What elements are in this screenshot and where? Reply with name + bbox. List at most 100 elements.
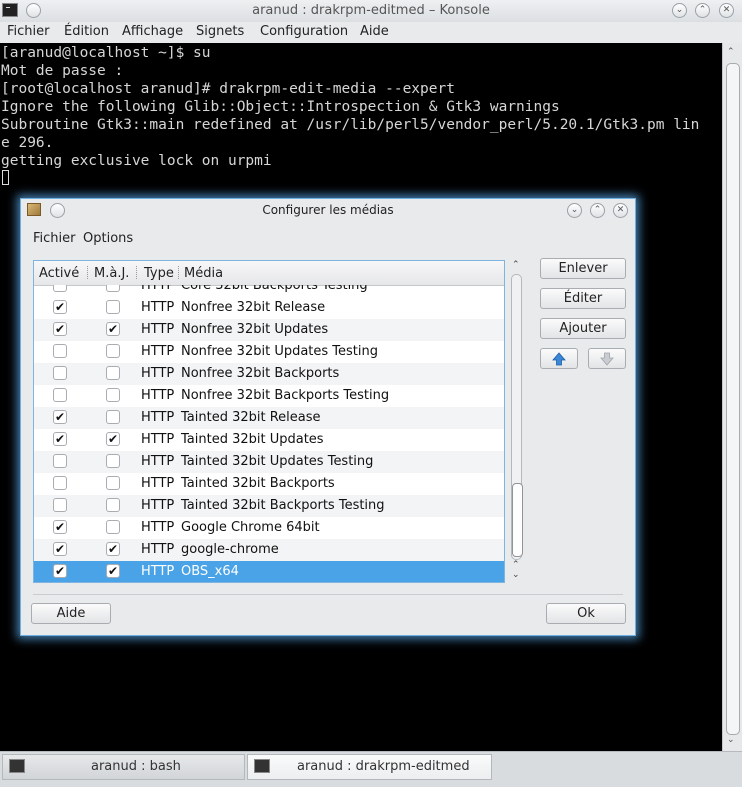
maximize-icon[interactable]: ⌃: [695, 3, 710, 18]
dialog-close-icon[interactable]: ✕: [613, 203, 628, 218]
list-scrollbar[interactable]: ⌃ ⌃ ⌄: [509, 260, 525, 583]
dialog-maximize-icon[interactable]: ⌃: [590, 203, 605, 218]
list-scroll-track[interactable]: [511, 274, 523, 560]
move-up-button[interactable]: [540, 348, 578, 369]
add-button[interactable]: Ajouter: [540, 318, 626, 339]
row-media: Nonfree 32bit Updates Testing: [181, 344, 379, 359]
table-row[interactable]: HTTP Tainted 32bit Backports: [34, 473, 504, 495]
minimize-icon[interactable]: ⌄: [672, 3, 687, 18]
row-type: HTTP: [141, 476, 175, 491]
active-checkbox[interactable]: [53, 476, 67, 490]
terminal-icon: [254, 759, 270, 773]
list-scroll-down-icon-2[interactable]: ⌄: [512, 570, 520, 580]
ok-button[interactable]: Ok: [546, 603, 626, 624]
active-checkbox[interactable]: [53, 285, 67, 292]
move-down-button[interactable]: [588, 348, 626, 369]
row-type: HTTP: [141, 498, 175, 513]
update-checkbox[interactable]: ✔: [106, 322, 120, 336]
table-row[interactable]: HTTP Tainted 32bit Updates Testing: [34, 451, 504, 473]
menu-affichage[interactable]: Affichage: [122, 24, 183, 39]
table-row[interactable]: HTTP Core 32bit Backports Testing: [34, 285, 504, 297]
column-update[interactable]: M.à.J.: [94, 266, 129, 281]
table-row[interactable]: ✔ HTTP Nonfree 32bit Release: [34, 297, 504, 319]
update-checkbox[interactable]: ✔: [106, 432, 120, 446]
row-media: Nonfree 32bit Release: [181, 300, 326, 315]
konsole-menubar: Fichier Édition Affichage Signets Config…: [0, 22, 742, 44]
help-button[interactable]: Aide: [31, 603, 111, 624]
dialog-minimize-icon[interactable]: ⌄: [567, 203, 582, 218]
remove-button[interactable]: Enlever: [540, 258, 626, 279]
update-checkbox[interactable]: [106, 285, 120, 292]
row-media: OBS_x64: [181, 564, 239, 579]
scroll-up-icon[interactable]: ⌃: [727, 47, 735, 57]
task-bash[interactable]: aranud : bash: [2, 754, 245, 780]
active-checkbox[interactable]: ✔: [53, 564, 67, 578]
update-checkbox[interactable]: [106, 300, 120, 314]
table-row[interactable]: HTTP Nonfree 32bit Backports Testing: [34, 385, 504, 407]
active-checkbox[interactable]: ✔: [53, 300, 67, 314]
menu-configuration[interactable]: Configuration: [260, 24, 348, 39]
dialog-menu-options[interactable]: Options: [83, 231, 133, 246]
table-row[interactable]: ✔ ✔ HTTP Nonfree 32bit Updates: [34, 319, 504, 341]
update-checkbox[interactable]: ✔: [106, 542, 120, 556]
menu-aide[interactable]: Aide: [360, 24, 389, 39]
update-checkbox[interactable]: [106, 410, 120, 424]
update-checkbox[interactable]: ✔: [106, 564, 120, 578]
terminal-scrollbar[interactable]: ⌃ ⌄: [722, 43, 742, 751]
update-checkbox[interactable]: [106, 366, 120, 380]
list-scroll-down-icon[interactable]: ⌃: [512, 560, 520, 570]
scroll-down-icon[interactable]: ⌄: [727, 735, 735, 745]
update-checkbox[interactable]: [106, 388, 120, 402]
update-checkbox[interactable]: [106, 454, 120, 468]
row-media: Tainted 32bit Backports: [181, 476, 335, 491]
row-media: Nonfree 32bit Backports Testing: [181, 388, 390, 403]
row-type: HTTP: [141, 285, 175, 293]
active-checkbox[interactable]: [53, 454, 67, 468]
update-checkbox[interactable]: [106, 476, 120, 490]
active-checkbox[interactable]: ✔: [53, 520, 67, 534]
update-checkbox[interactable]: [106, 344, 120, 358]
active-checkbox[interactable]: [53, 344, 67, 358]
active-checkbox[interactable]: ✔: [53, 542, 67, 556]
update-checkbox[interactable]: [106, 520, 120, 534]
table-row[interactable]: ✔ ✔ HTTP google-chrome: [34, 539, 504, 561]
active-checkbox[interactable]: [53, 366, 67, 380]
table-row[interactable]: ✔ ✔ HTTP OBS_x64: [34, 561, 504, 582]
dialog-titlebar: Configurer les médias ⌄ ⌃ ✕: [21, 199, 635, 221]
terminal-scroll-thumb[interactable]: [726, 63, 740, 735]
task-drakrpm[interactable]: aranud : drakrpm-editmed: [247, 754, 492, 780]
list-scroll-up-icon[interactable]: ⌃: [512, 260, 520, 270]
active-checkbox[interactable]: [53, 388, 67, 402]
column-media[interactable]: Média: [184, 266, 223, 281]
active-checkbox[interactable]: ✔: [53, 410, 67, 424]
table-row[interactable]: ✔ HTTP Tainted 32bit Release: [34, 407, 504, 429]
dialog-menu-fichier[interactable]: Fichier: [33, 231, 76, 246]
terminal-line: getting exclusive lock on urpmi: [1, 153, 272, 169]
row-type: HTTP: [141, 410, 175, 425]
row-type: HTTP: [141, 520, 175, 535]
edit-button[interactable]: Éditer: [540, 288, 626, 309]
table-row[interactable]: HTTP Nonfree 32bit Backports: [34, 363, 504, 385]
menu-fichier[interactable]: Fichier: [7, 24, 50, 39]
active-checkbox[interactable]: ✔: [53, 432, 67, 446]
row-type: HTTP: [141, 564, 175, 579]
terminal-cursor: [2, 170, 9, 185]
list-scroll-thumb[interactable]: [512, 483, 523, 557]
update-checkbox[interactable]: [106, 498, 120, 512]
active-checkbox[interactable]: [53, 498, 67, 512]
media-list[interactable]: Activé M.à.J. Type Média HTTP Core 32bit …: [33, 260, 505, 583]
window-title: aranud : drakrpm-editmed – Konsole: [252, 3, 490, 18]
table-row[interactable]: HTTP Nonfree 32bit Updates Testing: [34, 341, 504, 363]
active-checkbox[interactable]: ✔: [53, 322, 67, 336]
menu-edition[interactable]: Édition: [64, 24, 109, 39]
column-type[interactable]: Type: [144, 266, 174, 281]
row-type: HTTP: [141, 300, 175, 315]
column-active[interactable]: Activé: [39, 266, 79, 281]
close-icon[interactable]: ✕: [719, 3, 734, 18]
table-row[interactable]: HTTP Tainted 32bit Backports Testing: [34, 495, 504, 517]
row-type: HTTP: [141, 388, 175, 403]
table-row[interactable]: ✔ HTTP Google Chrome 64bit: [34, 517, 504, 539]
table-row[interactable]: ✔ ✔ HTTP Tainted 32bit Updates: [34, 429, 504, 451]
menu-signets[interactable]: Signets: [196, 24, 244, 39]
dialog-title: Configurer les médias: [262, 203, 394, 217]
